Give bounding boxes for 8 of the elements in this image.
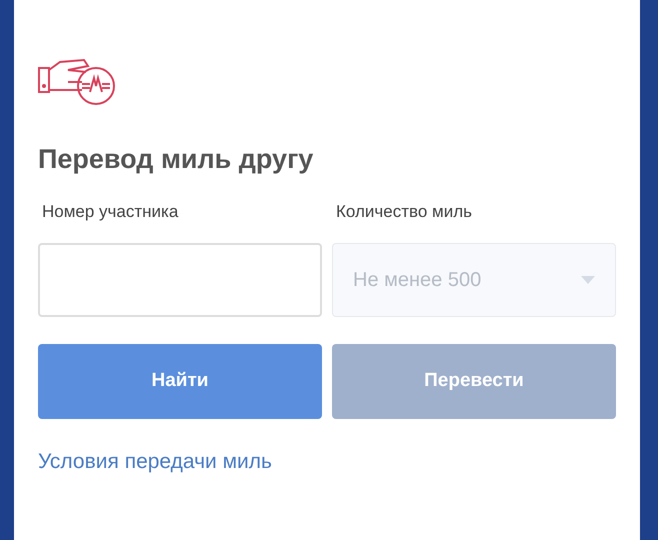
hand-coin-icon [38,58,116,106]
member-number-field[interactable] [38,242,322,316]
page-title: Перевод миль другу [38,146,314,173]
caret-icon [581,276,595,284]
find-button[interactable]: Найти [38,344,322,418]
transfer-terms-link[interactable]: Условия передачи миль [38,446,272,477]
field-label: Номер участника [42,201,178,223]
field-label: Количество миль [336,201,472,223]
